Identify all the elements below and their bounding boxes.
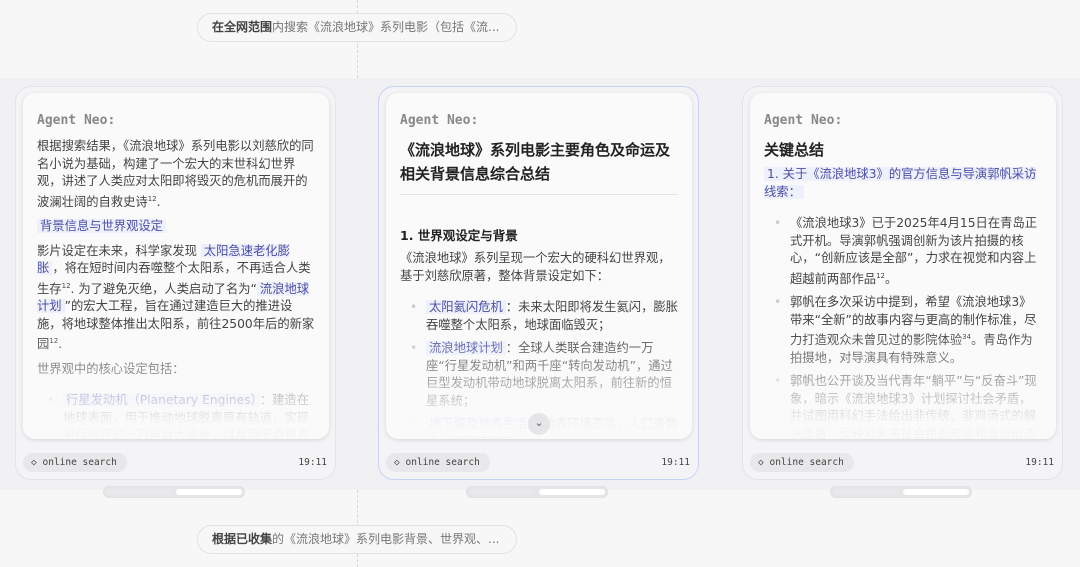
diamond-icon: ◇	[31, 457, 37, 468]
prompt-text: 的《流浪地球》系列电影背景、世界观、...	[272, 532, 500, 546]
card-pager[interactable]	[103, 486, 245, 498]
list-item: 《流浪地球3》已于2025年4月15日在青岛正式开机。导演郭帆强调创新为该片拍摄…	[764, 215, 1042, 288]
online-search-chip[interactable]: ◇ online search	[386, 453, 490, 472]
online-search-chip[interactable]: ◇ online search	[23, 453, 127, 472]
paragraph: 影片设定在未来，科学家发现 太阳急速老化膨胀 ，将在短时间内吞噬整个太阳系，不再适…	[37, 243, 315, 352]
online-search-chip[interactable]: ◇ online search	[750, 453, 854, 472]
timestamp: 19:11	[661, 457, 690, 468]
paragraph: 世界观中的核心设定包括：	[37, 361, 185, 376]
prompt-text: 内搜索《流浪地球》系列电影（包括《流...	[272, 20, 500, 34]
next-step-prompt[interactable]: 根据已收集的《流浪地球》系列电影背景、世界观、...	[197, 525, 517, 554]
result-card-2[interactable]: Agent Neo: 《流浪地球》系列电影主要角色及命运及相关背景信息综合总结 …	[378, 86, 699, 480]
message-content: Agent Neo: 《流浪地球》系列电影主要角色及命运及相关背景信息综合总结 …	[386, 93, 692, 439]
agent-name: Agent Neo:	[400, 113, 479, 128]
card-pager[interactable]	[830, 486, 972, 498]
timestamp: 19:11	[298, 457, 327, 468]
intro-paragraph: 根据搜索结果，《流浪地球》系列电影以刘慈欣的同名小说为基础，构建了一个宏大的末世…	[37, 139, 314, 209]
result-card-3[interactable]: Agent Neo: 关键总结 1. 关于《流浪地球3》的官方信息与导演郭帆采访…	[742, 86, 1063, 480]
prompt-bold: 根据已收集	[212, 532, 273, 546]
prompt-bold: 在全网范围	[212, 20, 273, 34]
chevron-down-icon[interactable]: ⌄	[528, 413, 550, 435]
agent-name: Agent Neo:	[37, 113, 116, 128]
message-title: 《流浪地球》系列电影主要角色及命运及相关背景信息综合总结	[400, 141, 671, 183]
result-card-1[interactable]: Agent Neo: 根据搜索结果，《流浪地球》系列电影以刘慈欣的同名小说为基础…	[15, 86, 336, 480]
list-item: 流浪地球计划：全球人类联合建造约一万座“行星发动机”和两千座“转向发动机”，通过…	[400, 340, 678, 410]
list-item: 郭帆在多次采访中提到，希望《流浪地球3》带来“全新”的故事内容与更高的制作标准，…	[764, 294, 1042, 367]
list-item: 行星发动机（Planetary Engines）：建造在地球表面，用于推动地球脱…	[37, 392, 315, 439]
section-heading: 1. 世界观设定与背景	[400, 228, 518, 243]
paragraph: 《流浪地球》系列呈现一个宏大的硬科幻世界观，基于刘慈欣原著，整体背景设定如下：	[400, 251, 671, 283]
agent-name: Agent Neo:	[764, 113, 843, 128]
section-heading: 1. 关于《流浪地球3》的官方信息与导演郭帆采访线索：	[764, 167, 1037, 199]
message-content: Agent Neo: 根据搜索结果，《流浪地球》系列电影以刘慈欣的同名小说为基础…	[23, 93, 329, 439]
diamond-icon: ◇	[394, 457, 400, 468]
list-item: 郭帆也公开谈及当代青年“躺平”与“反奋斗”现象，暗示《流浪地球3》计划探讨社会矛…	[764, 373, 1042, 439]
divider	[400, 194, 678, 195]
diamond-icon: ◇	[758, 457, 764, 468]
card-pager[interactable]	[466, 486, 608, 498]
message-title: 关键总结	[764, 141, 825, 159]
previous-step-prompt[interactable]: 在全网范围内搜索《流浪地球》系列电影（包括《流...	[197, 13, 517, 42]
timestamp: 19:11	[1025, 457, 1054, 468]
message-content: Agent Neo: 关键总结 1. 关于《流浪地球3》的官方信息与导演郭帆采访…	[750, 93, 1056, 439]
list-item: 太阳氦闪危机：未来太阳即将发生氦闪，膨胀吞噬整个太阳系，地球面临毁灭；	[400, 299, 678, 334]
section-heading: 背景信息与世界观设定	[37, 219, 166, 234]
